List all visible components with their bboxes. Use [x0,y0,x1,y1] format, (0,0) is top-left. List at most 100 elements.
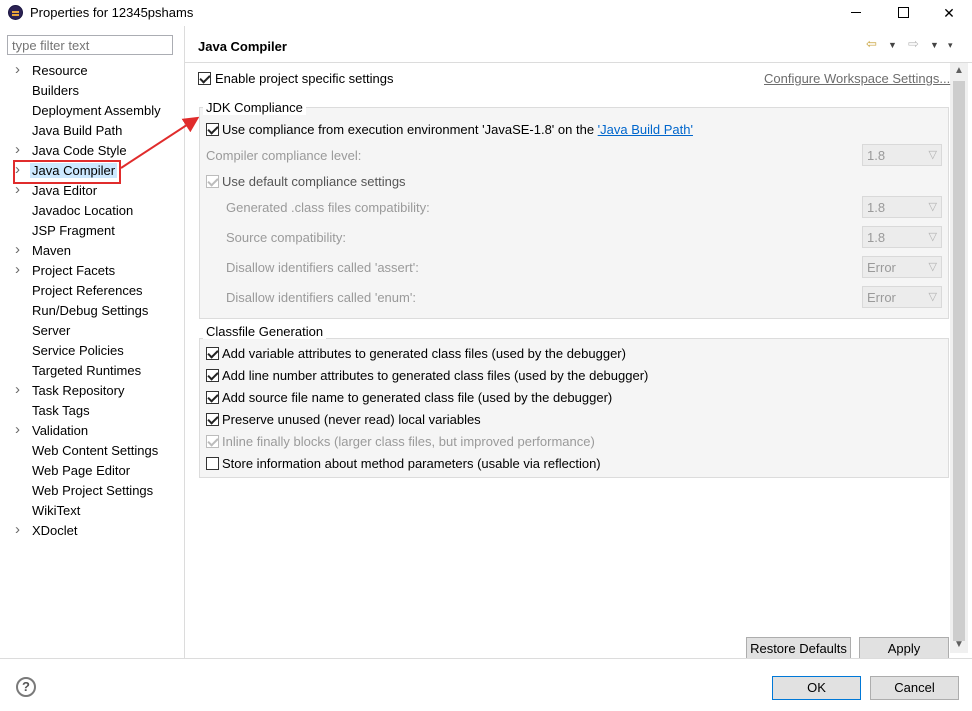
use-compliance-checkbox[interactable] [206,123,219,136]
chevron-right-icon[interactable]: › [15,261,20,278]
tree-item-label: WikiText [32,503,81,518]
classfile-option-checkbox[interactable] [206,457,219,470]
chevron-down-icon: ▽ [928,291,937,303]
classfile-option-label: Inline finally blocks (larger class file… [222,434,595,449]
tree-item-label: Service Policies [32,343,124,358]
tree-item[interactable]: WikiText [0,501,184,521]
chevron-down-icon: ▽ [928,231,937,243]
close-button[interactable]: ✕ [926,0,972,26]
header-divider [185,62,972,63]
maximize-button[interactable] [880,0,926,26]
chevron-right-icon[interactable]: › [15,381,20,398]
tree-item[interactable]: Deployment Assembly [0,101,184,121]
vertical-scrollbar[interactable]: ▲ ▼ [950,63,968,653]
tree-item[interactable]: Web Page Editor [0,461,184,481]
classfile-option-checkbox[interactable] [206,413,219,426]
filter-input[interactable] [7,35,173,55]
jdk-compliance-heading: JDK Compliance [203,100,306,115]
classfile-option-label: Preserve unused (never read) local varia… [222,412,481,427]
tree-item-label: Validation [32,423,89,438]
view-menu-chevron-icon[interactable]: ▾ [948,40,953,51]
chevron-right-icon[interactable]: › [15,241,20,258]
chevron-down-icon: ▽ [928,201,937,213]
highlight-java-compiler [13,160,121,184]
tree-item[interactable]: Run/Debug Settings [0,301,184,321]
scroll-down-icon[interactable]: ▼ [954,639,964,650]
classfile-option-label: Store information about method parameter… [222,456,601,471]
help-icon[interactable]: ? [16,677,36,697]
tree-item-label: Server [32,323,71,338]
classfile-option-checkbox[interactable] [206,369,219,382]
use-compliance-text: Use compliance from execution environmen… [222,122,598,137]
tree-item[interactable]: Service Policies [0,341,184,361]
tree-item-label: Project References [32,283,143,298]
tree-item-label: Java Code Style [32,143,127,158]
tree-item-label: Targeted Runtimes [32,363,142,378]
chevron-down-icon: ▽ [928,261,937,273]
tree-item-label: Resource [32,63,88,78]
chevron-right-icon[interactable]: › [15,141,20,158]
chevron-right-icon[interactable]: › [15,521,20,538]
tree-item[interactable]: › XDoclet [0,521,184,541]
tree-item[interactable]: Project References [0,281,184,301]
scroll-up-icon[interactable]: ▲ [954,65,964,76]
tree-item[interactable]: Targeted Runtimes [0,361,184,381]
compliance-level-select[interactable]: 1.8 ▽ [862,144,942,166]
tree-item[interactable]: › Java Code Style [0,141,184,161]
assert-identifiers-label: Disallow identifiers called 'assert': [226,260,419,275]
compliance-level-label: Compiler compliance level: [206,148,362,163]
enable-project-specific-checkbox[interactable] [198,72,211,85]
tree-item[interactable]: Javadoc Location [0,201,184,221]
apply-button[interactable]: Apply [859,637,949,659]
classfile-option-checkbox[interactable] [206,347,219,360]
category-pane: › Resource Builders Deployment Assembly Java… [0,26,185,658]
classfile-option-label: Add variable attributes to generated cla… [222,346,626,361]
chevron-right-icon[interactable]: › [15,421,20,438]
compliance-level-value: 1.8 [867,148,886,163]
tree-item[interactable]: Task Tags [0,401,184,421]
tree-item-label: Web Project Settings [32,483,154,498]
tree-item[interactable]: Java Build Path [0,121,184,141]
classfile-option-label: Add line number attributes to generated … [222,368,649,383]
tree-item-label: Project Facets [32,263,116,278]
java-build-path-link[interactable]: 'Java Build Path' [598,122,693,137]
enum-identifiers-value: Error [867,290,896,305]
tree-item-label: Web Content Settings [32,443,159,458]
restore-defaults-button[interactable]: Restore Defaults [746,637,851,659]
ok-button[interactable]: OK [772,676,861,700]
chevron-right-icon[interactable]: › [15,61,20,78]
tree-item[interactable]: JSP Fragment [0,221,184,241]
tree-item[interactable]: › Validation [0,421,184,441]
minimize-button[interactable] [833,0,879,26]
back-menu-chevron-icon[interactable]: ▼ [888,40,897,50]
classfile-option-checkbox[interactable] [206,435,219,448]
tree-item[interactable]: › Project Facets [0,261,184,281]
scroll-thumb[interactable] [953,81,965,641]
cancel-button[interactable]: Cancel [870,676,959,700]
tree-item-label: Web Page Editor [32,463,131,478]
use-default-compliance-checkbox[interactable] [206,175,219,188]
tree-item[interactable]: › Task Repository [0,381,184,401]
configure-workspace-link[interactable]: Configure Workspace Settings... [764,71,950,86]
chevron-down-icon: ▽ [928,149,937,161]
classfile-option-checkbox[interactable] [206,391,219,404]
tree-item-label: Run/Debug Settings [32,303,149,318]
tree-item[interactable]: Builders [0,81,184,101]
back-arrow-icon[interactable]: ⇦ [866,36,877,52]
generated-compat-select[interactable]: 1.8 ▽ [862,196,942,218]
page-title: Java Compiler [198,39,287,54]
tree-item-label: Java Build Path [32,123,123,138]
tree-item[interactable]: Web Project Settings [0,481,184,501]
tree-item[interactable]: › Resource [0,61,184,81]
forward-menu-chevron-icon[interactable]: ▼ [930,40,939,50]
tree-item[interactable]: Server [0,321,184,341]
tree-item[interactable]: Web Content Settings [0,441,184,461]
forward-arrow-icon[interactable]: ⇨ [908,36,919,52]
tree-item-label: Javadoc Location [32,203,134,218]
source-compat-select[interactable]: 1.8 ▽ [862,226,942,248]
enum-identifiers-select[interactable]: Error ▽ [862,286,942,308]
tree-item[interactable]: › Maven [0,241,184,261]
tree-item[interactable]: › Java Editor [0,181,184,201]
assert-identifiers-select[interactable]: Error ▽ [862,256,942,278]
classfile-option-label: Add source file name to generated class … [222,390,613,405]
